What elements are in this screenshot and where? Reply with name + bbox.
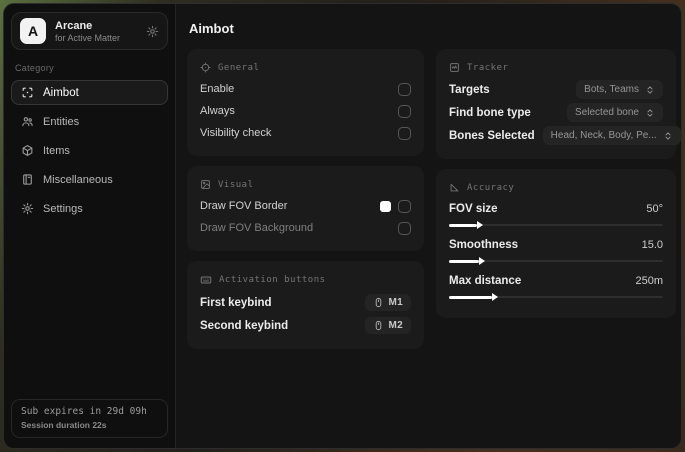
- radar-icon: [449, 62, 460, 73]
- session-duration-text: Session duration 22s: [21, 420, 107, 430]
- sidebar-item-miscellaneous[interactable]: Miscellaneous: [11, 167, 168, 192]
- people-icon: [21, 115, 34, 128]
- sidebar-item-label: Entities: [43, 115, 80, 128]
- accuracy-panel: Accuracy FOV size 50° Smoothness 15.0 Ma…: [436, 169, 676, 318]
- mouse-icon: [373, 320, 384, 331]
- smoothness-value: 15.0: [641, 239, 663, 251]
- target-icon: [200, 62, 211, 73]
- dropdown-row: Find bone type Selected bone: [449, 101, 663, 124]
- sidebar-item-entities[interactable]: Entities: [11, 109, 168, 134]
- category-nav: Aimbot Entities Items Miscellaneous Sett…: [11, 80, 168, 221]
- draw-fov-background-checkbox[interactable]: [398, 221, 411, 235]
- chevrons-up-down-icon: [663, 131, 673, 141]
- second-keybind-button[interactable]: M2: [364, 317, 411, 334]
- fov-size-slider[interactable]: [449, 221, 663, 229]
- fov-size-value: 50°: [646, 203, 663, 215]
- visual-panel: Visual Draw FOV Border Draw FOV Backgrou…: [187, 166, 424, 251]
- sub-expiry-text: Sub expires in 29d 09h: [21, 406, 147, 417]
- subscription-info-card: Sub expires in 29d 09h Session duration …: [11, 399, 168, 438]
- fov-border-color-swatch[interactable]: [380, 200, 391, 212]
- activation-buttons-panel: Activation buttons First keybind M1 Seco…: [187, 261, 424, 349]
- slider-row: FOV size 50°: [449, 203, 663, 234]
- category-label: Category: [15, 63, 54, 73]
- gear-icon: [21, 202, 34, 215]
- setting-row: Visibility check: [200, 122, 411, 144]
- draw-fov-border-checkbox[interactable]: [398, 199, 411, 213]
- visibility-check-checkbox[interactable]: [398, 126, 411, 140]
- chevrons-up-down-icon: [645, 108, 655, 118]
- bones-selected-select[interactable]: Head, Neck, Body, Pe...: [542, 126, 681, 145]
- panel-title: Tracker: [467, 62, 509, 73]
- keyboard-icon: [200, 274, 212, 286]
- smoothness-slider[interactable]: [449, 257, 663, 265]
- first-keybind-button[interactable]: M1: [364, 294, 411, 311]
- general-panel: General Enable Always Visibility check: [187, 49, 424, 156]
- dropdown-row: Bones Selected Head, Neck, Body, Pe...: [449, 124, 681, 147]
- tracker-panel: Tracker Targets Bots, Teams Find bone ty…: [436, 49, 681, 159]
- setting-row: Draw FOV Background: [200, 217, 411, 239]
- app-header-card: A Arcane for Active Matter: [11, 12, 168, 50]
- notebook-icon: [21, 173, 34, 186]
- page-title: Aimbot: [189, 21, 234, 36]
- sidebar: A Arcane for Active Matter Category Aimb…: [4, 4, 176, 448]
- keybind-row: First keybind M1: [200, 291, 411, 314]
- sidebar-item-label: Miscellaneous: [43, 173, 113, 186]
- app-subtitle: for Active Matter: [55, 32, 121, 43]
- cheat-menu-window: A Arcane for Active Matter Category Aimb…: [3, 3, 682, 449]
- max-distance-slider[interactable]: [449, 293, 663, 301]
- app-logo: A: [20, 18, 46, 44]
- setting-row: Always: [200, 100, 411, 122]
- crosshair-scan-icon: [21, 86, 34, 99]
- sidebar-item-items[interactable]: Items: [11, 138, 168, 163]
- targets-select[interactable]: Bots, Teams: [576, 80, 663, 99]
- setting-row: Draw FOV Border: [200, 195, 411, 217]
- panel-title: Activation buttons: [219, 275, 326, 285]
- cube-icon: [21, 144, 34, 157]
- game-background: A Arcane for Active Matter Category Aimb…: [0, 0, 685, 452]
- sidebar-item-label: Settings: [43, 202, 83, 215]
- image-icon: [200, 179, 211, 190]
- slider-thumb[interactable]: [476, 221, 483, 229]
- sidebar-item-label: Aimbot: [43, 86, 79, 99]
- slider-row: Max distance 250m: [449, 275, 663, 306]
- dropdown-row: Targets Bots, Teams: [449, 78, 663, 101]
- mouse-icon: [373, 297, 384, 308]
- slider-thumb[interactable]: [491, 293, 498, 301]
- max-distance-value: 250m: [635, 275, 663, 287]
- main-content: Aimbot General Enable Always Visibility …: [176, 4, 681, 448]
- enable-checkbox[interactable]: [398, 82, 411, 96]
- find-bone-type-select[interactable]: Selected bone: [567, 103, 663, 122]
- slider-row: Smoothness 15.0: [449, 239, 663, 270]
- panel-title: Visual: [218, 179, 254, 190]
- panel-title: Accuracy: [467, 182, 515, 193]
- sidebar-item-label: Items: [43, 144, 70, 157]
- settings-gear-icon[interactable]: [146, 25, 159, 38]
- setting-row: Enable: [200, 78, 411, 100]
- slider-thumb[interactable]: [478, 257, 485, 265]
- keybind-row: Second keybind M2: [200, 314, 411, 337]
- sidebar-item-aimbot[interactable]: Aimbot: [11, 80, 168, 105]
- panel-title: General: [218, 62, 260, 73]
- sidebar-item-settings[interactable]: Settings: [11, 196, 168, 221]
- app-title: Arcane: [55, 19, 93, 32]
- always-checkbox[interactable]: [398, 104, 411, 118]
- angle-icon: [449, 182, 460, 193]
- chevrons-up-down-icon: [645, 85, 655, 95]
